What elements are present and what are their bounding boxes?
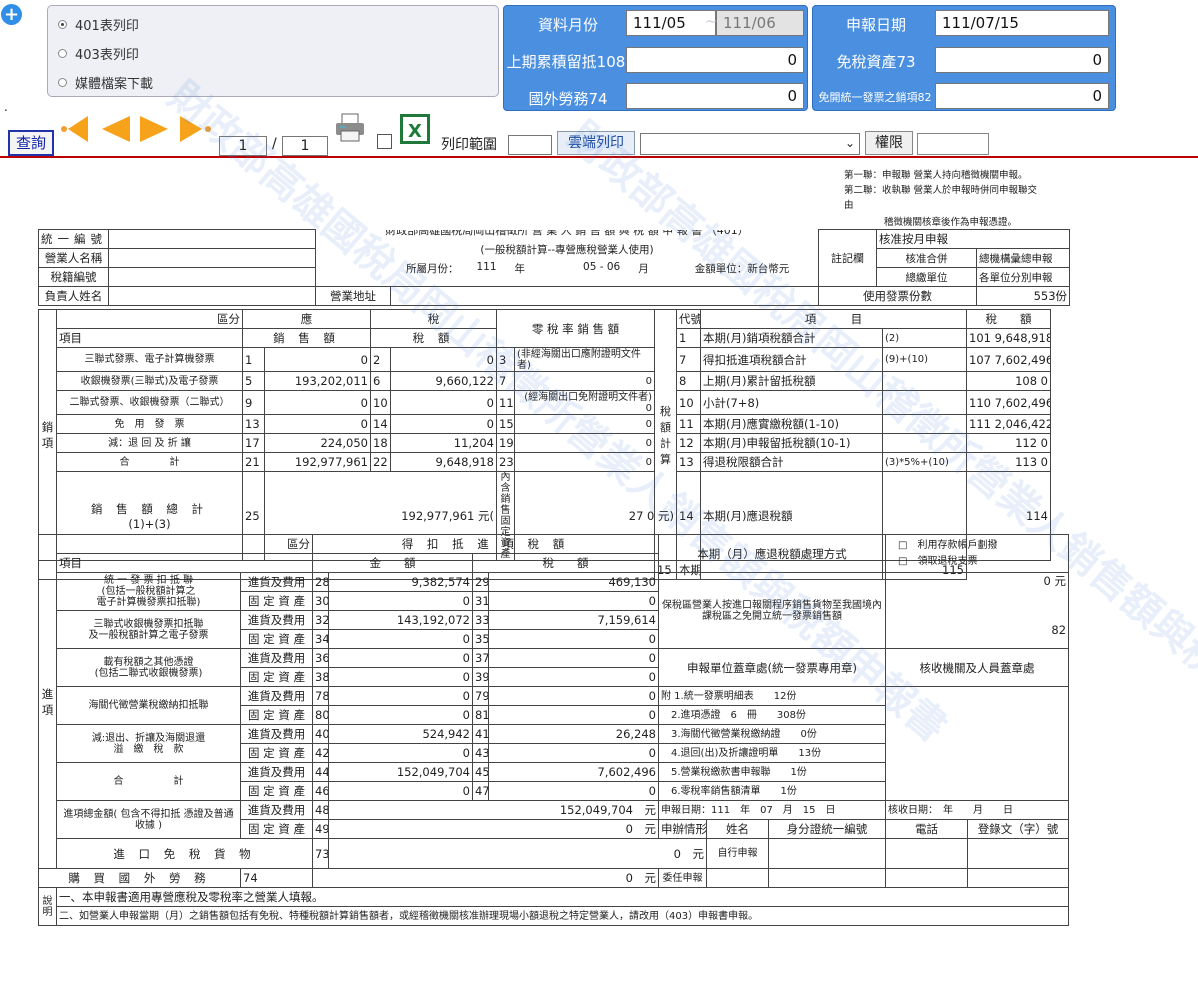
page-total-input: 1 [282, 136, 328, 156]
form-title-block: 財政部高雄國稅局岡山稽徵所 營 業 人 銷 售 額 與 稅 額 申 報 書 （4… [314, 229, 820, 287]
form-subtitle: (一般稅額計算--專營應稅營業人使用) [480, 243, 654, 256]
radio-media-download[interactable]: 媒體檔案下載 [58, 73, 153, 92]
calc-value: 113 0 [966, 452, 1051, 472]
sales-row: 二聯式發票、收銀機發票（二聯式） 9 0 10 0 11 (經海關出口免附證明文件者) 01… [39, 390, 1150, 415]
permission-button[interactable]: 權限 [865, 131, 913, 155]
printer-select[interactable]: ⌄ [640, 133, 860, 155]
left-panel: 資料月份 111/05 ~ 111/06 上期累積留抵108 0 國外勞務74 … [503, 5, 808, 111]
print-range-input[interactable] [508, 135, 552, 155]
permission-input[interactable] [917, 133, 989, 155]
printer-icon[interactable] [334, 112, 366, 144]
excel-checkbox[interactable] [377, 134, 392, 149]
invoice82-input[interactable]: 0 [935, 83, 1109, 109]
sales-row: 免 用 發 票 13 0 14 0 15 0 11 本期(月)應實繳稅額(1-10) 111 2,… [39, 414, 1150, 434]
sales-row: 合 計 21 192,977,961 22 9,648,918 23 0 13 得退稅限額合計(… [39, 452, 1150, 472]
calc-value: 110 7,602,496 [966, 390, 1051, 415]
sales-row: 三聯式發票、電子計算機發票 1 0 2 0 3 (非經海關出口應附證明文件者) 7 得扣抵進項稅… [39, 347, 1150, 372]
nav-arrows [61, 116, 211, 142]
period-from-input[interactable]: 111/05 [626, 10, 716, 36]
form-title: 財政部高雄國稅局岡山稽徵所 營 業 人 銷 售 額 與 稅 額 申 報 書 （4… [385, 229, 749, 237]
purchase-row: 載有稅額之其他憑證 (包括二聯式收銀機發票) 進貨及費用 36 0 37 0 申報單位蓋章處(… [39, 648, 1070, 687]
radio-dot-icon [58, 78, 67, 87]
period-to-input[interactable]: 111/06 [716, 10, 804, 36]
foreign-service-input[interactable]: 0 [626, 83, 804, 109]
radio-dot-icon [58, 20, 67, 29]
radio-dot-icon [58, 49, 67, 58]
cloud-print-button[interactable]: 雲端列印 [557, 131, 635, 155]
sales-row: 收銀機發票(三聯式)及電子發票 5 193,202,011 6 9,660,122 7 0 8… [39, 371, 1150, 391]
calc-value: 112 0 [966, 433, 1051, 453]
calc-value: 107 7,602,496 [966, 347, 1051, 372]
svg-text:X: X [408, 121, 422, 142]
first-page-icon[interactable] [61, 116, 88, 142]
sales-row: 減：退 回 及 折 讓 17 224,050 18 11,204 19 0 12 本期(月)申報… [39, 433, 1150, 453]
next-page-icon[interactable] [140, 116, 168, 142]
calc-value: 101 9,648,918 [966, 328, 1051, 348]
chevron-down-icon: ⌄ [844, 136, 855, 150]
prev-page-icon[interactable] [102, 116, 130, 142]
radio-403[interactable]: 403表列印 [58, 44, 139, 63]
prev-credit-input[interactable]: 0 [626, 47, 804, 73]
purchase-side-label: 進 項 [38, 534, 57, 869]
purchase-row: 海關代徵營業稅繳納扣抵聯 進貨及費用 78 0 79 0 附 1.統一發票明細表 12份 [39, 686, 1070, 801]
taxfree-asset-input[interactable]: 0 [935, 47, 1109, 73]
excel-icon[interactable]: X [399, 113, 431, 145]
page-current-input[interactable]: 1 [219, 136, 267, 156]
sales-side-label: 銷 項 [38, 309, 57, 561]
invoice-count-value: 553份 [976, 286, 1071, 306]
purchase-row: 統 一 發 票 扣 抵 聯 (包括一般稅額計算之 電子計算機發票扣抵聯) 進貨及費用 2… [39, 572, 1070, 649]
query-button[interactable]: 查詢 [8, 130, 54, 156]
dot-mark: . [4, 100, 8, 114]
radio-401[interactable]: 401表列印 [58, 15, 139, 34]
print-option-group: 401表列印 403表列印 媒體檔案下載 [47, 5, 499, 97]
calc-value: 108 0 [966, 371, 1051, 391]
header-table: 統一編號 財政部高雄國稅局岡山稽徵所 營 業 人 銷 售 額 與 稅 額 申 報… [38, 229, 1071, 306]
add-icon[interactable]: + [1, 4, 22, 25]
sales-header-row: 銷 項區分應稅零 稅 率 銷 售 額稅額計算 代號項 目稅 額 [38, 309, 1150, 561]
calc-value: 111 2,046,422 [966, 414, 1051, 434]
right-panel: 申報日期 111/07/15 免稅資產73 0 免開統一發票之銷項82 0 [812, 5, 1116, 111]
divider [0, 156, 1198, 158]
report-date-input[interactable]: 111/07/15 [935, 10, 1109, 36]
last-page-icon[interactable] [180, 116, 211, 142]
purchase-table: 進 項區分得 扣 抵 進 項 稅 額本期（月）應退稅額處理方式 □ 利用存款帳戶劃… [38, 534, 1070, 926]
